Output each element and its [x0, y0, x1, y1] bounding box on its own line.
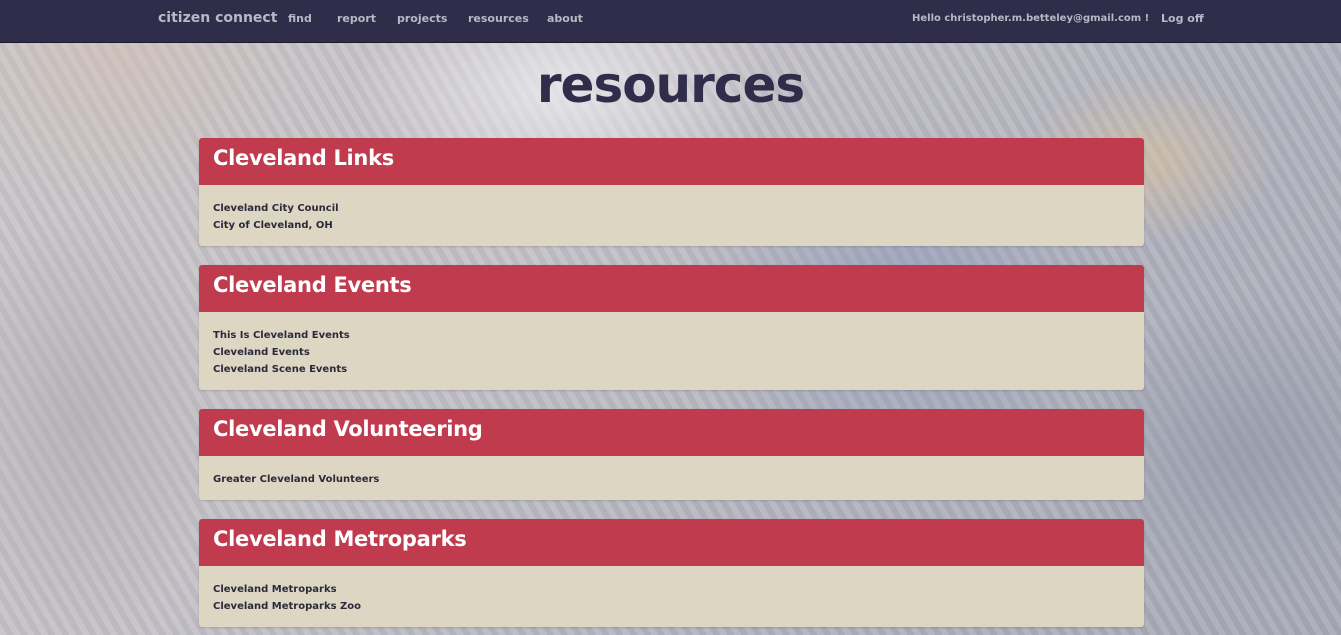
- section-body: Cleveland City Council City of Cleveland…: [199, 185, 1144, 234]
- section-body: Greater Cleveland Volunteers: [199, 456, 1144, 488]
- section-panel-metroparks: Cleveland Metroparks Cleveland Metropark…: [199, 519, 1144, 627]
- section-panel-volunteering: Cleveland Volunteering Greater Cleveland…: [199, 409, 1144, 500]
- section-body: This Is Cleveland Events Cleveland Event…: [199, 312, 1144, 378]
- navbar: citizen connect find report projects res…: [0, 0, 1341, 43]
- resource-link[interactable]: This Is Cleveland Events: [213, 327, 1130, 344]
- section-panel-links: Cleveland Links Cleveland City Council C…: [199, 138, 1144, 246]
- resource-link[interactable]: Greater Cleveland Volunteers: [213, 471, 1130, 488]
- resource-link[interactable]: Cleveland Scene Events: [213, 361, 1130, 378]
- user-greeting-link[interactable]: Hello christopher.m.betteley@gmail.com !: [912, 13, 1149, 24]
- section-title: Cleveland Links: [199, 138, 1144, 185]
- section-title: Cleveland Volunteering: [199, 409, 1144, 456]
- nav-link-find[interactable]: find: [288, 12, 312, 25]
- nav-link-report[interactable]: report: [337, 12, 376, 25]
- section-panel-events: Cleveland Events This Is Cleveland Event…: [199, 265, 1144, 390]
- nav-link-resources[interactable]: resources: [468, 12, 529, 25]
- nav-link-projects[interactable]: projects: [397, 12, 447, 25]
- section-title: Cleveland Events: [199, 265, 1144, 312]
- resource-link[interactable]: Cleveland City Council: [213, 200, 1130, 217]
- resource-link[interactable]: Cleveland Metroparks Zoo: [213, 598, 1130, 615]
- nav-link-about[interactable]: about: [547, 12, 583, 25]
- page-title: resources: [536, 56, 805, 114]
- section-title: Cleveland Metroparks: [199, 519, 1144, 566]
- resource-link[interactable]: Cleveland Metroparks: [213, 581, 1130, 598]
- resource-link[interactable]: City of Cleveland, OH: [213, 217, 1130, 234]
- brand-link[interactable]: citizen connect: [158, 10, 277, 26]
- section-body: Cleveland Metroparks Cleveland Metropark…: [199, 566, 1144, 615]
- resource-link[interactable]: Cleveland Events: [213, 344, 1130, 361]
- logoff-link[interactable]: Log off: [1161, 12, 1204, 25]
